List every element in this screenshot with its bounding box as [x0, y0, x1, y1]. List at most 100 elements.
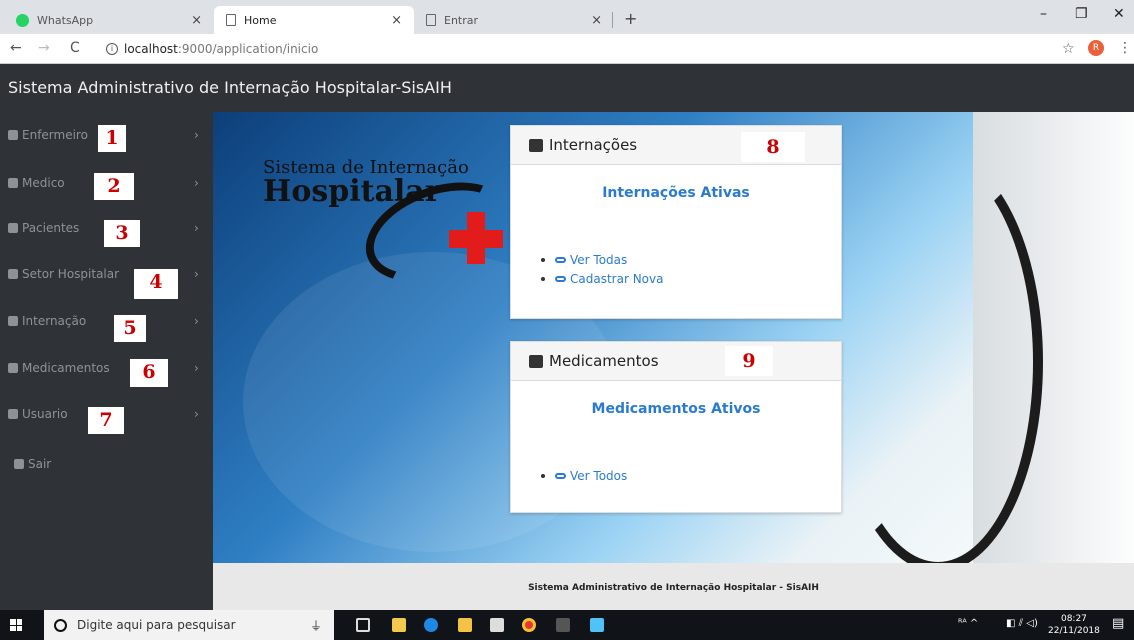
- close-tab-icon[interactable]: ×: [191, 13, 202, 28]
- heartbeat-icon: [529, 138, 543, 152]
- logo-line2: Hospitalar: [263, 174, 441, 209]
- card-link-list: Ver Todas Cadastrar Nova: [541, 250, 663, 288]
- card-title: Internações: [549, 136, 638, 154]
- link-icon: [555, 275, 566, 282]
- tab-divider: [612, 12, 613, 28]
- annotation-marker: 4: [134, 269, 178, 299]
- tab-whatsapp[interactable]: WhatsApp ×: [4, 6, 214, 34]
- footer-text: Sistema Administrativo de Internação Hos…: [528, 583, 819, 593]
- chevron-right-icon: ›: [194, 267, 199, 281]
- hospital-logo: Sistema de Internação Hospitalar: [263, 157, 469, 209]
- clock-time: 08:27: [1060, 614, 1087, 624]
- list-item[interactable]: Cadastrar Nova: [541, 269, 663, 288]
- profile-avatar[interactable]: R: [1088, 40, 1104, 56]
- url-host: localhost: [124, 42, 178, 56]
- notification-icon[interactable]: ▤: [1112, 616, 1124, 631]
- bullet: [541, 473, 545, 478]
- reload-button[interactable]: C: [70, 40, 80, 56]
- ver-todos-link[interactable]: Ver Todos: [570, 469, 627, 483]
- browser-toolbar: ← → C i localhost:9000/application/inici…: [0, 34, 1134, 64]
- close-window-button[interactable]: ✕: [1113, 6, 1125, 22]
- bookmark-star-icon[interactable]: ☆: [1062, 41, 1075, 57]
- new-tab-button[interactable]: +: [624, 9, 637, 28]
- list-item[interactable]: Ver Todas: [541, 250, 663, 269]
- user-icon: [8, 409, 18, 419]
- user-icon: [8, 130, 18, 140]
- sidebar-item-sair[interactable]: Sair: [14, 452, 214, 476]
- chevron-right-icon: ›: [194, 176, 199, 190]
- clock-date: 22/11/2018: [1048, 626, 1100, 636]
- browser-tab-strip: WhatsApp × Home × Entrar × + – ❐ ✕: [0, 0, 1134, 34]
- card-subtitle: Medicamentos Ativos: [591, 401, 761, 417]
- chevron-right-icon: ›: [194, 407, 199, 421]
- sidebar-item-medicamentos[interactable]: Medicamentos ›: [8, 356, 208, 380]
- sidebar-item-label: Pacientes: [22, 221, 80, 235]
- store-icon[interactable]: [392, 618, 406, 632]
- edge-icon[interactable]: [424, 618, 438, 632]
- taskbar-search-box[interactable]: Digite aqui para pesquisar ⏚: [44, 610, 334, 640]
- task-view-icon[interactable]: [356, 618, 370, 632]
- annotation-marker: 5: [114, 315, 146, 342]
- mail-icon[interactable]: [490, 618, 504, 632]
- sidebar-item-label: Enfermeiro: [22, 128, 88, 142]
- tab-home[interactable]: Home ×: [214, 6, 414, 34]
- page-footer: Sistema Administrativo de Internação Hos…: [213, 563, 1134, 610]
- annotation-marker: 3: [104, 220, 140, 247]
- stethoscope-image: [833, 152, 1043, 563]
- search-placeholder: Digite aqui para pesquisar: [77, 618, 236, 632]
- building-icon: [8, 269, 18, 279]
- medicamentos-card: Medicamentos Medicamentos Ativos Ver Tod…: [510, 341, 842, 513]
- chevron-right-icon: ›: [194, 128, 199, 142]
- address-bar[interactable]: i localhost:9000/application/inicio: [100, 39, 1060, 59]
- page-icon: [226, 14, 236, 26]
- annotation-marker: 2: [94, 173, 134, 200]
- card-subtitle: Internações Ativas: [602, 185, 750, 201]
- sidebar-item-label: Usuario: [22, 407, 68, 421]
- whatsapp-icon: [16, 13, 29, 27]
- list-item[interactable]: Ver Todos: [541, 466, 627, 485]
- system-clock[interactable]: 08:27 22/11/2018: [1048, 613, 1100, 637]
- chrome-icon[interactable]: [522, 618, 536, 632]
- close-tab-icon[interactable]: ×: [391, 13, 402, 28]
- sidebar-item-internacao[interactable]: Internação ›: [8, 309, 208, 333]
- chevron-right-icon: ›: [194, 361, 199, 375]
- users-icon: [8, 223, 18, 233]
- app-header: Sistema Administrativo de Internação Hos…: [0, 64, 1134, 112]
- sidebar-item-label: Sair: [28, 457, 52, 471]
- info-icon[interactable]: i: [106, 43, 118, 55]
- annotation-marker: 8: [741, 132, 805, 162]
- close-tab-icon[interactable]: ×: [591, 13, 602, 28]
- network-icon[interactable]: ◧ ⫽ ◁): [1006, 618, 1038, 629]
- sidebar-item-label: Medico: [22, 176, 65, 190]
- card-header: Medicamentos: [511, 342, 841, 381]
- app-title: Sistema Administrativo de Internação Hos…: [8, 78, 452, 97]
- medkit-icon: [529, 354, 543, 368]
- annotation-marker: 6: [130, 359, 168, 387]
- cadastrar-nova-link[interactable]: Cadastrar Nova: [570, 272, 663, 286]
- sidebar: Enfermeiro › Medico › Pacientes › Setor …: [0, 112, 213, 610]
- browser-menu-icon[interactable]: ⋮: [1118, 40, 1132, 56]
- annotation-marker: 7: [88, 407, 124, 434]
- restore-button[interactable]: ❐: [1075, 6, 1088, 22]
- file-explorer-icon[interactable]: [458, 618, 472, 632]
- chevron-right-icon: ›: [194, 221, 199, 235]
- tab-entrar[interactable]: Entrar ×: [414, 6, 614, 34]
- tab-title: Entrar: [444, 13, 479, 27]
- cortana-icon: [54, 618, 67, 632]
- minimize-button[interactable]: –: [1040, 6, 1047, 22]
- windows-start-icon[interactable]: [10, 619, 22, 631]
- back-button[interactable]: ←: [10, 40, 22, 56]
- annotation-marker: 1: [98, 125, 126, 152]
- sidebar-item-setor-hospitalar[interactable]: Setor Hospitalar ›: [8, 262, 208, 286]
- user-md-icon: [8, 178, 18, 188]
- terminal-icon[interactable]: [556, 618, 570, 632]
- tray-icons[interactable]: ᴿᴬ ^: [958, 618, 978, 629]
- app-icon[interactable]: [590, 618, 604, 632]
- medkit-icon: [8, 363, 18, 373]
- microphone-icon[interactable]: ⏚: [310, 617, 322, 634]
- sidebar-item-label: Medicamentos: [22, 361, 110, 375]
- link-icon: [555, 256, 566, 263]
- forward-button[interactable]: →: [38, 40, 50, 56]
- red-cross-icon: [449, 230, 503, 248]
- ver-todas-link[interactable]: Ver Todas: [570, 253, 627, 267]
